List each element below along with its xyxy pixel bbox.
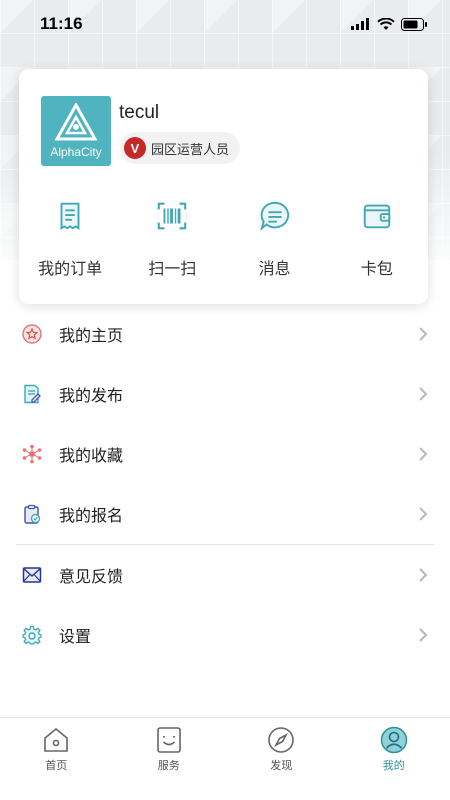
clipboard-check-icon	[24, 504, 41, 524]
tab-label: 我的	[382, 759, 405, 772]
mail-icon	[22, 567, 42, 583]
compass-icon	[268, 727, 295, 753]
avatar-text: AlphaCity	[50, 145, 102, 159]
quick-action-label: 卡包	[360, 259, 393, 278]
wifi-icon	[377, 17, 395, 30]
status-bar: 11:16	[0, 0, 450, 48]
user-circle-icon	[380, 726, 407, 754]
quick-action-label: 消息	[258, 259, 291, 278]
role-label: 园区运营人员	[151, 142, 230, 158]
tab-discover[interactable]: 发现	[225, 718, 338, 800]
tab-label: 首页	[45, 759, 68, 772]
profile-card: AlphaCity tecul V 园区运营人员 我的订单 扫一扫 消息 卡包	[19, 69, 428, 304]
menu-list: 我的主页 我的发布 我的收藏 我的报名 意见反馈 设置	[0, 304, 450, 665]
message-icon	[259, 201, 289, 231]
scan-icon	[158, 202, 187, 230]
menu-item-favorites[interactable]: 我的收藏	[0, 424, 450, 484]
verified-icon: V	[124, 137, 146, 159]
home-icon	[44, 727, 69, 752]
menu-item-settings[interactable]: 设置	[0, 605, 450, 665]
star-badge-icon	[22, 324, 42, 344]
menu-label: 设置	[59, 627, 92, 646]
status-time: 11:16	[40, 14, 83, 33]
menu-label: 我的报名	[59, 506, 124, 525]
menu-item-feedback[interactable]: 意见反馈	[0, 545, 450, 605]
battery-icon	[401, 17, 427, 31]
menu-item-registrations[interactable]: 我的报名	[0, 484, 450, 544]
tab-label: 发现	[270, 759, 293, 772]
tab-label: 服务	[157, 759, 180, 772]
role-badge: V 园区运营人员	[120, 132, 240, 164]
tab-home[interactable]: 首页	[0, 718, 113, 800]
tab-services[interactable]: 服务	[113, 718, 226, 800]
menu-item-posts[interactable]: 我的发布	[0, 364, 450, 424]
menu-label: 我的主页	[59, 326, 124, 345]
chevron-right-icon	[419, 628, 428, 642]
gear-icon	[22, 625, 42, 645]
chevron-right-icon	[419, 568, 428, 582]
chevron-right-icon	[419, 507, 428, 521]
status-icons	[351, 17, 428, 31]
username: tecul	[119, 102, 160, 123]
avatar[interactable]: AlphaCity	[41, 96, 111, 166]
alphacity-logo-icon	[54, 103, 98, 141]
quick-action-scan[interactable]: 扫一扫	[121, 199, 223, 279]
bottom-tab-bar: 首页 服务 发现 我的	[0, 717, 450, 800]
quick-action-wallet[interactable]: 卡包	[326, 199, 428, 279]
menu-label: 我的发布	[59, 386, 124, 405]
tab-mine[interactable]: 我的	[338, 718, 450, 800]
smile-box-icon	[156, 727, 181, 753]
quick-action-label: 我的订单	[38, 259, 103, 278]
chevron-right-icon	[419, 447, 428, 461]
chevron-right-icon	[419, 327, 428, 341]
signal-icon	[351, 18, 369, 30]
wallet-icon	[363, 204, 391, 229]
menu-label: 我的收藏	[59, 446, 124, 465]
chevron-right-icon	[419, 387, 428, 401]
favorites-network-icon	[22, 444, 42, 464]
edit-document-icon	[24, 384, 41, 404]
menu-label: 意见反馈	[59, 567, 124, 586]
quick-action-label: 扫一扫	[148, 259, 197, 278]
quick-actions: 我的订单 扫一扫 消息 卡包	[19, 199, 428, 279]
menu-item-homepage[interactable]: 我的主页	[0, 304, 450, 364]
quick-action-orders[interactable]: 我的订单	[19, 199, 121, 279]
quick-action-messages[interactable]: 消息	[224, 199, 326, 279]
receipt-icon	[60, 202, 80, 231]
